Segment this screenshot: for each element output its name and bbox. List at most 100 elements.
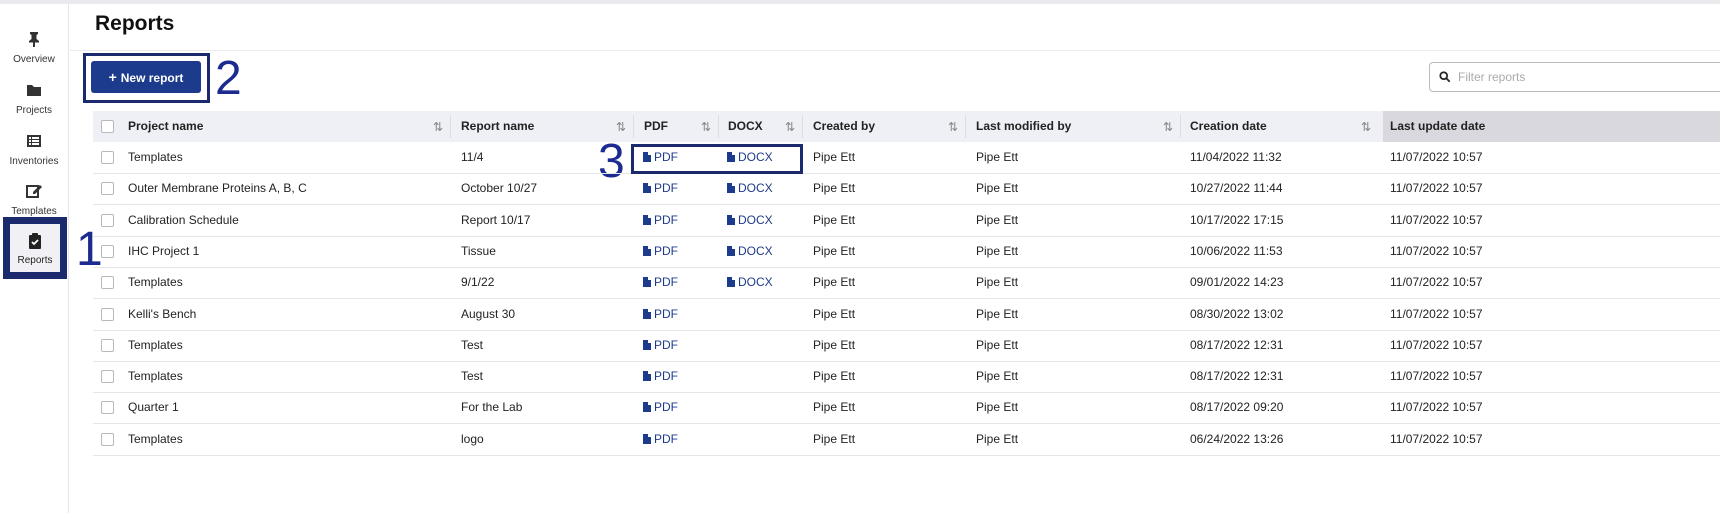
page-title: Reports [95,12,175,35]
row-checkbox[interactable] [101,307,114,321]
sidebar-item-label: Inventories [9,156,59,167]
cell-last-update-date: 11/07/2022 10:57 [1390,337,1483,352]
cell-last-update-date: 11/07/2022 10:57 [1390,212,1483,227]
row-checkbox[interactable] [101,213,114,227]
sidebar-item-label: Overview [13,54,55,65]
search-icon [1439,71,1451,83]
sort-icon[interactable]: ⇅ [701,120,711,134]
row-checkbox[interactable] [101,244,114,258]
cell-last-modified-by: Pipe Ett [976,431,1019,446]
sort-icon[interactable]: ⇅ [1361,120,1371,134]
docx-link[interactable]: DOCX [727,267,773,298]
docx-link[interactable]: DOCX [727,236,773,267]
header-created-by[interactable]: Created by [813,111,875,142]
header-last-modified-by[interactable]: Last modified by [976,111,1071,142]
sort-icon[interactable]: ⇅ [616,120,626,134]
row-checkbox[interactable] [101,370,114,384]
sidebar-item-inventories[interactable]: Inventories [0,120,68,172]
sidebar-item-reports[interactable]: Reports [3,217,67,279]
pdf-link[interactable]: PDF [643,299,678,330]
cell-project-name: Templates [128,150,183,164]
sidebar-item-label: Reports [17,255,53,266]
table-row[interactable]: IHC Project 1 Tissue PDF DOCX Pipe Ett Pipe E… [93,236,1720,268]
cell-project-name: Templates [128,431,183,446]
sort-icon[interactable]: ⇅ [948,120,958,134]
cell-created-by: Pipe Ett [813,243,856,258]
row-checkbox[interactable] [101,432,114,446]
pdf-link[interactable]: PDF [643,267,678,298]
pdf-link[interactable]: PDF [643,392,678,423]
pin-icon [29,32,39,47]
cell-report-name: Report 10/17 [461,212,531,227]
cell-report-name: logo [461,431,484,446]
cell-creation-date: 10/06/2022 11:53 [1190,243,1283,258]
column-divider [802,115,803,138]
row-checkbox[interactable] [101,182,114,196]
new-report-button[interactable]: + New report [91,61,201,93]
cell-created-by: Pipe Ett [813,150,856,164]
sort-icon[interactable]: ⇅ [785,120,795,134]
table-row[interactable]: Templates Test PDF Pipe Ett Pipe Ett 08/17/20… [93,330,1720,362]
row-checkbox[interactable] [101,151,114,164]
table-row[interactable]: Outer Membrane Proteins A, B, C October 1… [93,173,1720,206]
docx-file-icon [727,245,735,256]
select-all-checkbox[interactable] [101,120,114,133]
pdf-file-icon [643,183,651,194]
docx-file-icon [727,214,735,225]
cell-creation-date: 10/17/2022 17:15 [1190,212,1284,227]
docx-file-icon [727,183,735,194]
cell-last-modified-by: Pipe Ett [976,212,1019,227]
sidebar-item-projects[interactable]: Projects [0,69,68,121]
docx-link-label: DOCX [738,243,773,258]
row-checkbox[interactable] [101,401,114,415]
header-report-name[interactable]: Report name [461,111,534,142]
docx-link[interactable]: DOCX [727,205,773,236]
docx-link[interactable]: DOCX [727,173,773,204]
cell-created-by: Pipe Ett [813,337,856,352]
table-row[interactable]: Quarter 1 For the Lab PDF Pipe Ett Pipe Ett 0… [93,392,1720,425]
table-row[interactable]: Calibration Schedule Report 10/17 PDF DOCX P… [93,205,1720,237]
pdf-link[interactable]: PDF [643,361,678,392]
cell-project-name: Templates [128,337,183,352]
table-row[interactable]: Templates 9/1/22 PDF DOCX Pipe Ett Pipe Ett 09… [93,267,1720,300]
pdf-link[interactable]: PDF [643,173,678,204]
sort-icon[interactable]: ⇅ [1163,120,1173,134]
cell-last-modified-by: Pipe Ett [976,181,1019,196]
header-project-name[interactable]: Project name [128,111,203,142]
header-last-update-date[interactable]: Last update date [1390,111,1485,142]
row-checkbox[interactable] [101,276,114,290]
filter-reports-field[interactable] [1429,62,1720,92]
filter-reports-input[interactable] [1456,69,1720,85]
cell-report-name: 9/1/22 [461,275,495,290]
column-divider [1180,115,1181,138]
table-header: Project name ⇅ Report name ⇅ PDF ⇅ DOCX … [93,111,1720,142]
active-highlight: Reports [10,224,60,272]
header-pdf[interactable]: PDF [644,111,668,142]
pdf-link[interactable]: PDF [643,424,678,455]
annotation-frame-3 [631,144,803,174]
sort-icon[interactable]: ⇅ [433,120,443,134]
top-border [0,0,1720,4]
table-row[interactable]: Kelli's Bench August 30 PDF Pipe Ett Pipe Et… [93,299,1720,331]
table-row[interactable]: Templates 11/4 PDF DOCX Pipe Ett Pipe Ett 11/0… [93,142,1720,174]
pdf-link[interactable]: PDF [643,236,678,267]
table-row[interactable]: Templates Test PDF Pipe Ett Pipe Ett 08/17/20… [93,361,1720,394]
pdf-link[interactable]: PDF [643,205,678,236]
cell-created-by: Pipe Ett [813,400,856,415]
row-checkbox[interactable] [101,338,114,352]
header-docx[interactable]: DOCX [728,111,763,142]
cell-last-update-date: 11/07/2022 10:57 [1390,369,1483,384]
cell-creation-date: 08/17/2022 09:20 [1190,400,1284,415]
new-report-label: New report [120,71,184,85]
table-row[interactable]: Templates logo PDF Pipe Ett Pipe Ett 06/24/20… [93,424,1720,456]
pdf-link[interactable]: PDF [643,330,678,361]
header-creation-date[interactable]: Creation date [1190,111,1267,142]
sidebar-item-overview[interactable]: Overview [0,18,68,70]
cell-created-by: Pipe Ett [813,306,856,321]
pdf-link-label: PDF [654,337,678,352]
docx-link-label: DOCX [738,275,773,290]
sidebar-item-templates[interactable]: Templates [0,170,68,222]
cell-created-by: Pipe Ett [813,181,856,196]
pdf-file-icon [643,371,651,382]
sidebar-nav: Overview Projects Inventories Templates … [0,4,69,513]
